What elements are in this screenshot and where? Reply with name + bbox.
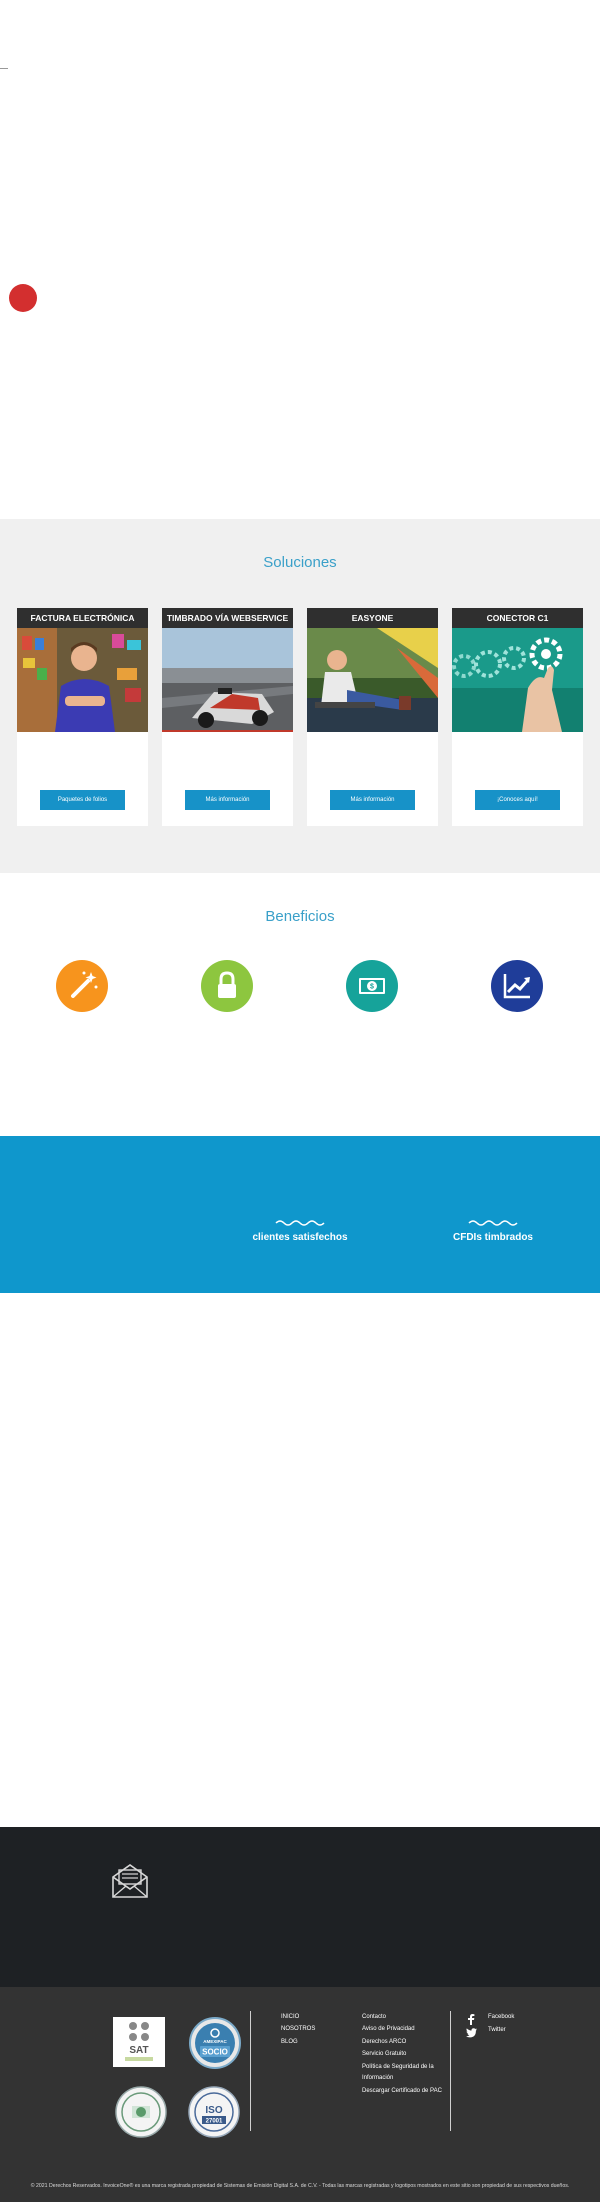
card-factura-electronica: FACTURA ELECTRÓNICA Paquetes de folios: [17, 608, 148, 826]
paquetes-de-folios-button[interactable]: Paquetes de folios: [40, 790, 125, 810]
envelope-icon: [111, 1861, 149, 1904]
footer-link-blog[interactable]: BLOG: [281, 2037, 298, 2047]
card-image-racecar: [162, 628, 293, 732]
card-title: EASYONE: [307, 608, 438, 628]
footer-link-descargar-certificado[interactable]: Descargar Certificado de PAC: [362, 2086, 442, 2096]
beneficios-title: Beneficios: [265, 908, 335, 925]
footer-link-politica-seguridad-cont[interactable]: Información: [362, 2073, 393, 2083]
magic-wand-icon: [56, 960, 108, 1012]
beneficios-section: Beneficios $: [0, 873, 600, 1136]
stat-cfdis: CFDIs timbrados: [423, 1218, 563, 1243]
money-icon: $: [346, 960, 398, 1012]
conoces-aqui-button[interactable]: ¡Conoces aquí!: [475, 790, 560, 810]
card-image-shopper: [17, 628, 148, 732]
mas-informacion-button[interactable]: Más información: [330, 790, 415, 810]
socio-text: SOCIO: [202, 2048, 228, 2057]
stat-label: clientes satisfechos: [252, 1232, 348, 1243]
card-conector-c1: CONECTOR C1 ¡Conoces aquí!: [452, 608, 583, 826]
card-title: TIMBRADO VÍA WEBSERVICE: [162, 608, 293, 628]
copyright-text: © 2021 Derechos Reservados. InvoiceOne® …: [30, 2183, 570, 2189]
footer-divider: [450, 2011, 451, 2131]
wave-divider-icon: [275, 1220, 325, 1226]
footer-link-derechos-arco[interactable]: Derechos ARCO: [362, 2037, 406, 2047]
sat-logo-text: SAT: [129, 2045, 148, 2056]
stat-clients: clientes satisfechos: [230, 1218, 370, 1243]
card-timbrado-webservice: TIMBRADO VÍA WEBSERVICE Más información: [162, 608, 293, 826]
footer: SAT AMEXIPAC SOCIO ISO 27001 INICIO NOSO…: [0, 1987, 600, 2202]
stat-label: CFDIs timbrados: [452, 1232, 533, 1243]
amexipac-text: AMEXIPAC: [203, 2039, 227, 2044]
iso-27001-seal: ISO 27001: [188, 2086, 240, 2143]
footer-link-politica-seguridad[interactable]: Política de Seguridad de la: [362, 2062, 434, 2072]
card-title: FACTURA ELECTRÓNICA: [17, 608, 148, 628]
iso-text: ISO: [205, 2105, 222, 2116]
sat-logo: SAT: [113, 2017, 165, 2067]
red-dot-button[interactable]: [9, 284, 37, 312]
stats-section: clientes satisfechos CFDIs timbrados: [0, 1136, 600, 1293]
lock-icon: [201, 960, 253, 1012]
footer-link-aviso-privacidad[interactable]: Aviso de Privacidad: [362, 2024, 415, 2034]
amexipac-badge: AMEXIPAC SOCIO: [189, 2017, 241, 2074]
card-easyone: EASYONE Más información: [307, 608, 438, 826]
twitter-icon[interactable]: [466, 2025, 477, 2043]
iso-number-text: 27001: [206, 2119, 223, 2125]
card-image-relaxed-man: [307, 628, 438, 732]
card-title: CONECTOR C1: [452, 608, 583, 628]
mas-informacion-button[interactable]: Más información: [185, 790, 270, 810]
footer-link-nosotros[interactable]: NOSOTROS: [281, 2024, 315, 2034]
soluciones-section: Soluciones FACTURA ELECTRÓNICA Paquetes …: [0, 519, 600, 873]
footer-link-facebook[interactable]: Facebook: [488, 2012, 514, 2022]
footer-link-twitter[interactable]: Twitter: [488, 2025, 506, 2035]
footer-link-servicio-gratuito[interactable]: Servicio Gratuito: [362, 2049, 406, 2059]
nyce-seal: [115, 2086, 167, 2143]
footer-divider: [250, 2011, 251, 2131]
soluciones-title: Soluciones: [263, 554, 337, 571]
wave-divider-icon: [468, 1220, 518, 1226]
card-image-gears: [452, 628, 583, 732]
hero-divider: [0, 68, 8, 69]
svg-text:$: $: [370, 984, 374, 991]
chart-up-icon: [491, 960, 543, 1012]
footer-link-inicio[interactable]: INICIO: [281, 2012, 299, 2022]
newsletter-section: [0, 1827, 600, 1987]
footer-link-contacto[interactable]: Contacto: [362, 2012, 386, 2022]
hero-section: [0, 0, 600, 519]
